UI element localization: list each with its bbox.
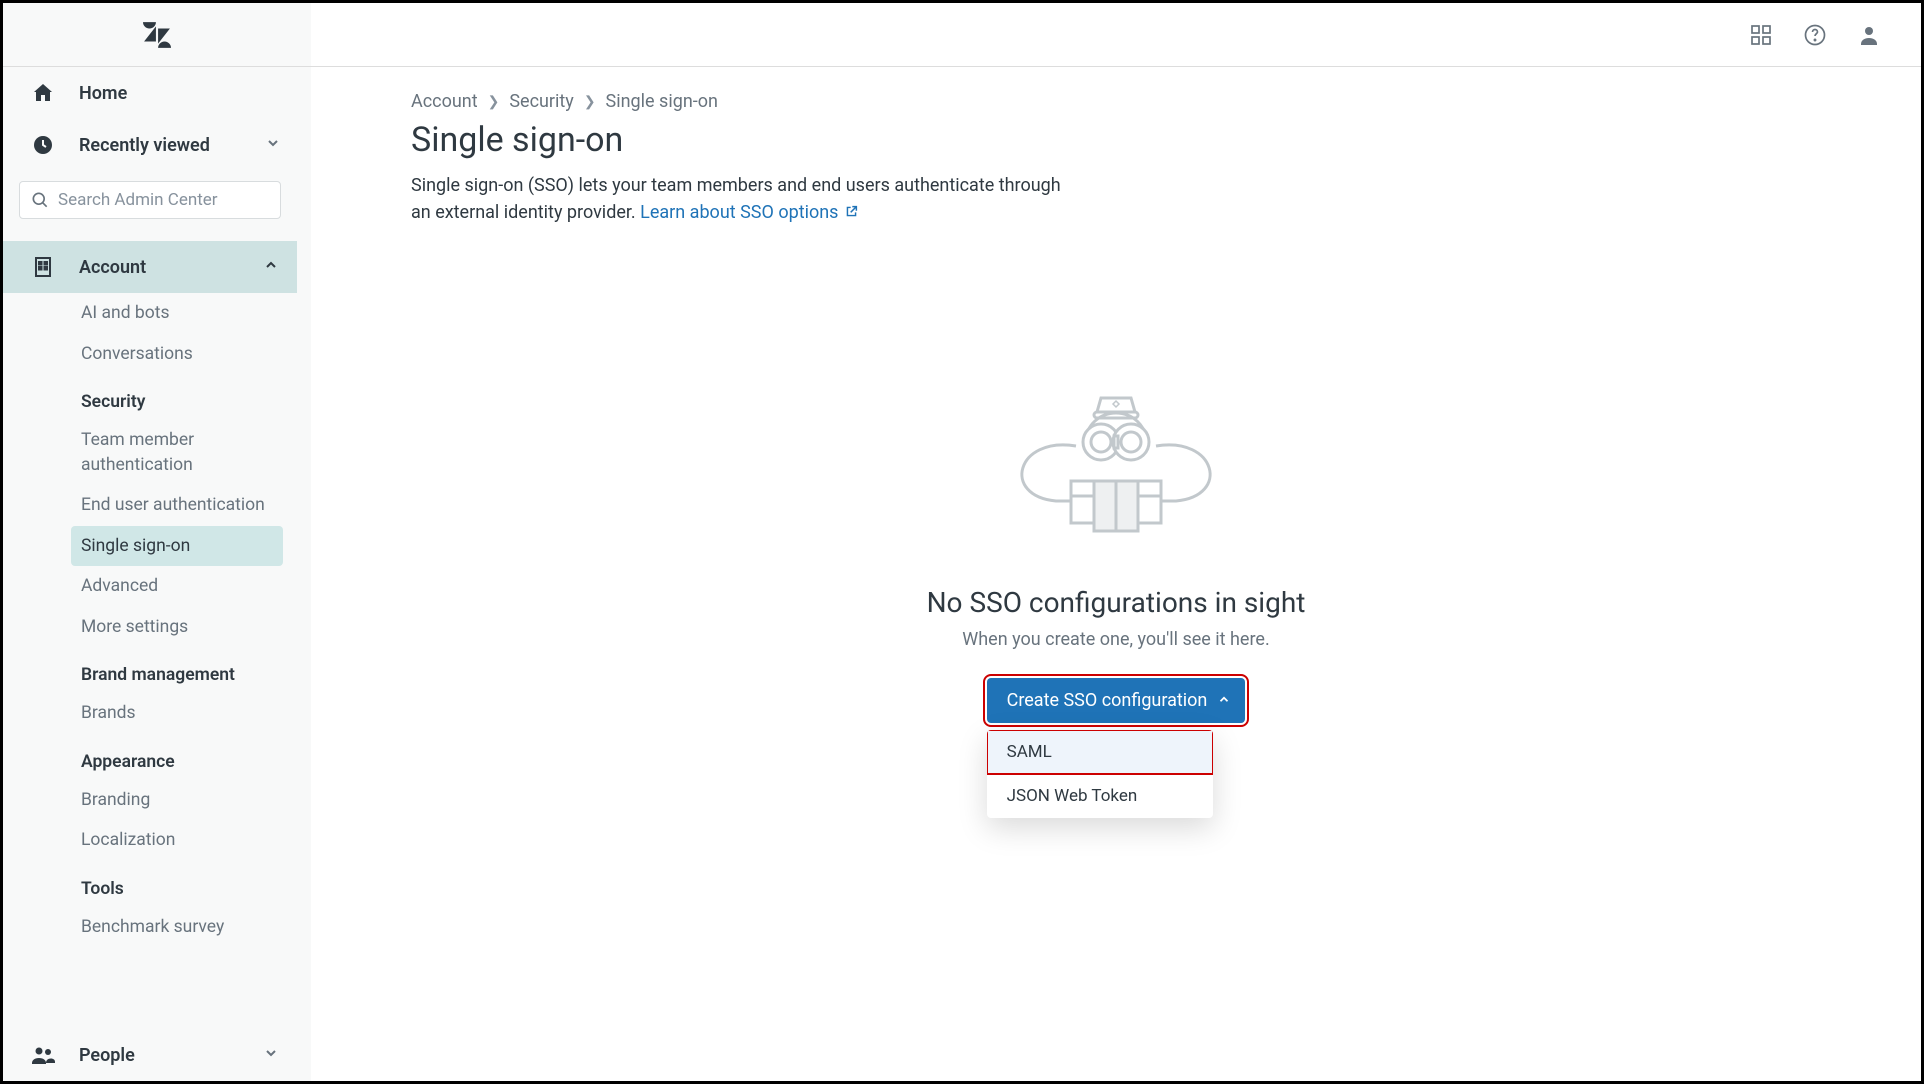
- layout: Home Recently viewed Account: [3, 67, 1921, 1081]
- nav-recently-viewed[interactable]: Recently viewed: [3, 119, 297, 171]
- help-icon[interactable]: [1803, 23, 1827, 47]
- empty-state: No SSO configurations in sight When you …: [411, 386, 1821, 723]
- search-icon: [30, 190, 50, 210]
- search-box[interactable]: [19, 181, 281, 219]
- sub-branding[interactable]: Branding: [81, 780, 297, 821]
- sub-end-user-auth[interactable]: End user authentication: [81, 485, 297, 526]
- empty-subtitle: When you create one, you'll see it here.: [962, 629, 1269, 650]
- account-sub-items: AI and bots Conversations Security Team …: [3, 293, 297, 967]
- chevron-up-icon: [1217, 690, 1231, 711]
- sub-brands[interactable]: Brands: [81, 693, 297, 734]
- sub-single-sign-on[interactable]: Single sign-on: [71, 526, 283, 567]
- page-title: Single sign-on: [411, 120, 1821, 160]
- chevron-right-icon: ❯: [584, 94, 596, 110]
- sub-heading-tools: Tools: [81, 861, 297, 907]
- create-button-wrap: Create SSO configuration SAML JSON Web T…: [987, 678, 1246, 723]
- search-input[interactable]: [58, 190, 280, 210]
- chevron-up-icon: [263, 257, 279, 278]
- search-wrap: [3, 181, 297, 235]
- page-description: Single sign-on (SSO) lets your team memb…: [411, 172, 1071, 226]
- dropdown-jwt[interactable]: JSON Web Token: [987, 774, 1213, 818]
- apps-icon[interactable]: [1749, 23, 1773, 47]
- user-icon[interactable]: [1857, 23, 1881, 47]
- clock-icon: [31, 133, 55, 157]
- nav-account[interactable]: Account: [3, 241, 297, 293]
- sub-conversations[interactable]: Conversations: [81, 334, 297, 375]
- empty-title: No SSO configurations in sight: [927, 586, 1306, 619]
- create-sso-label: Create SSO configuration: [1007, 690, 1208, 711]
- empty-illustration: [976, 386, 1256, 546]
- sub-benchmark[interactable]: Benchmark survey: [81, 907, 297, 948]
- main-content: Account ❯ Security ❯ Single sign-on Sing…: [311, 67, 1921, 1081]
- sub-team-member-auth[interactable]: Team member authentication: [81, 420, 297, 485]
- sub-advanced[interactable]: Advanced: [81, 566, 297, 607]
- learn-sso-link[interactable]: Learn about SSO options: [640, 202, 858, 223]
- sub-localization[interactable]: Localization: [81, 820, 297, 861]
- crumb-account[interactable]: Account: [411, 91, 478, 112]
- sidebar-scroll[interactable]: Account AI and bots Conversations Securi…: [3, 235, 297, 1029]
- nav-account-label: Account: [79, 257, 146, 278]
- zendesk-logo-icon: [143, 21, 171, 49]
- external-link-icon: [845, 199, 858, 226]
- logo[interactable]: [3, 3, 311, 66]
- sub-ai-bots[interactable]: AI and bots: [81, 293, 297, 334]
- people-icon: [31, 1043, 55, 1067]
- learn-link-text: Learn about SSO options: [640, 202, 838, 223]
- chevron-down-icon: [265, 135, 281, 156]
- dropdown-saml[interactable]: SAML: [987, 730, 1213, 774]
- crumb-security[interactable]: Security: [509, 91, 573, 112]
- chevron-right-icon: ❯: [488, 94, 500, 110]
- home-icon: [31, 81, 55, 105]
- nav-people[interactable]: People: [3, 1029, 297, 1081]
- sidebar: Home Recently viewed Account: [3, 67, 311, 1081]
- nav-recent-label: Recently viewed: [79, 135, 210, 156]
- sub-heading-security: Security: [81, 374, 297, 420]
- crumb-current: Single sign-on: [606, 91, 718, 112]
- breadcrumb: Account ❯ Security ❯ Single sign-on: [411, 91, 1821, 112]
- building-icon: [31, 255, 55, 279]
- content-inner: Account ❯ Security ❯ Single sign-on Sing…: [311, 67, 1921, 747]
- nav-people-label: People: [79, 1045, 135, 1066]
- sso-type-dropdown: SAML JSON Web Token: [987, 730, 1213, 818]
- header-actions: [1749, 23, 1921, 47]
- nav-home[interactable]: Home: [3, 67, 297, 119]
- nav-home-label: Home: [79, 83, 127, 104]
- sub-heading-appearance: Appearance: [81, 734, 297, 780]
- sub-more-settings[interactable]: More settings: [81, 607, 297, 648]
- chevron-down-icon: [263, 1045, 279, 1066]
- create-sso-button[interactable]: Create SSO configuration: [987, 678, 1246, 723]
- top-header: [3, 3, 1921, 67]
- sub-heading-brand-mgmt: Brand management: [81, 647, 297, 693]
